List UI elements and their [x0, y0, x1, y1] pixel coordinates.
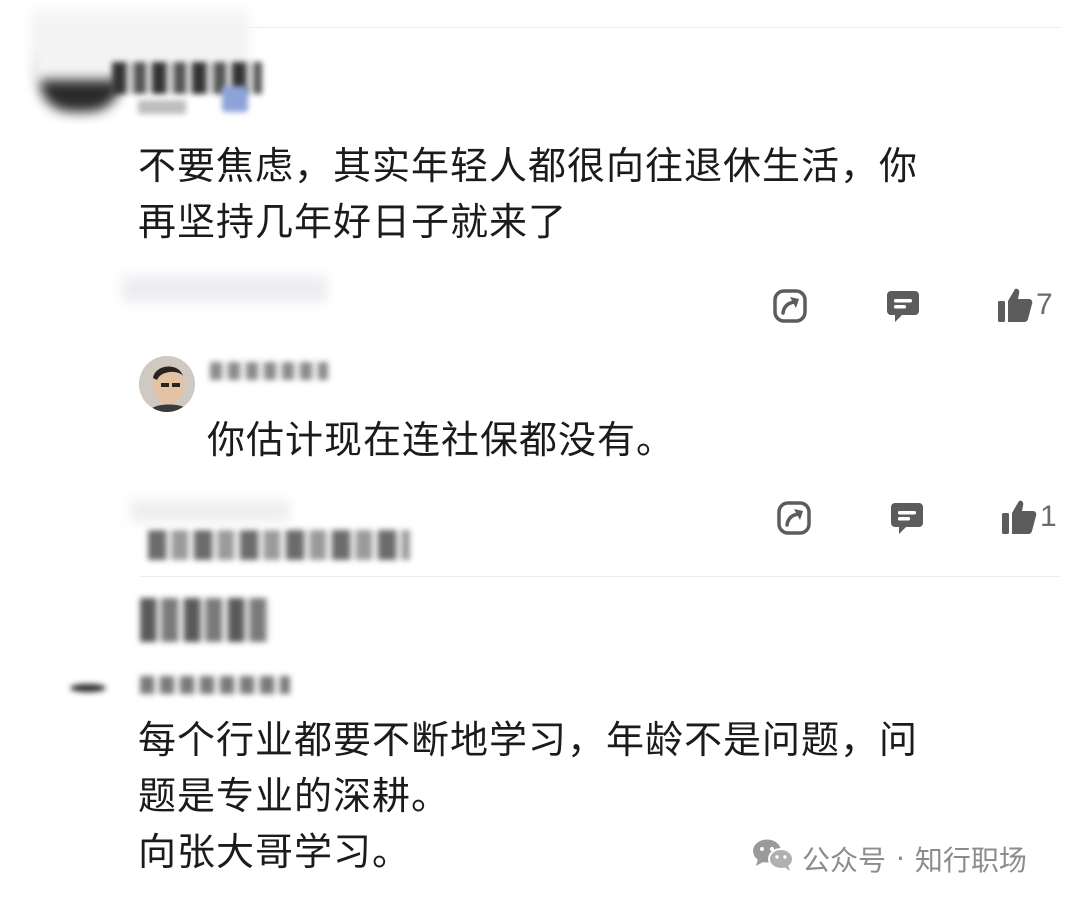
like-button[interactable]: 1 [1000, 498, 1057, 536]
comment-divider [140, 576, 1060, 577]
avatar[interactable] [139, 356, 195, 412]
watermark: 公众号 · 知行职场 [752, 838, 1027, 879]
watermark-name: 知行职场 [914, 843, 1027, 877]
avatar[interactable] [70, 684, 106, 692]
watermark-prefix: 公众号 [802, 843, 887, 877]
top-divider [140, 27, 1060, 28]
share-button[interactable] [776, 500, 812, 536]
redacted-badge [222, 86, 248, 112]
redacted-subtitle [138, 100, 186, 114]
comment-text: 不要焦虑，其实年轻人都很向往退休生活，你 再坚持几年好日子就来了 [138, 138, 1068, 250]
reply-text: 你估计现在连社保都没有。 [207, 418, 676, 462]
reply-button[interactable] [885, 288, 921, 324]
like-count: 1 [1040, 500, 1057, 533]
share-button[interactable] [772, 288, 808, 324]
share-arrow-icon [776, 500, 812, 536]
comment-text-line: 题是专业的深耕。 [138, 774, 451, 818]
thumbs-up-icon [1000, 498, 1038, 536]
thumbs-up-icon [996, 286, 1034, 324]
watermark-separator: · [896, 842, 905, 875]
share-arrow-icon [772, 288, 808, 324]
redacted-date [122, 276, 327, 302]
redacted-overlay [130, 500, 290, 522]
comment-bubble-icon [885, 288, 921, 324]
wechat-icon [752, 838, 794, 879]
redacted-subtitle [140, 676, 290, 694]
like-count: 7 [1036, 288, 1053, 321]
comment-text-line: 不要焦虑，其实年轻人都很向往退休生活，你 [138, 144, 919, 188]
comment-bubble-icon [889, 500, 925, 536]
redacted-username[interactable] [140, 598, 270, 642]
comment-text-line: 每个行业都要不断地学习，年龄不是问题，问 [138, 718, 919, 762]
comment-text-line: 再坚持几年好日子就来了 [138, 200, 568, 244]
redacted-date [148, 530, 410, 560]
redacted-username[interactable] [210, 362, 328, 380]
like-button[interactable]: 7 [996, 286, 1053, 324]
reply-button[interactable] [889, 500, 925, 536]
